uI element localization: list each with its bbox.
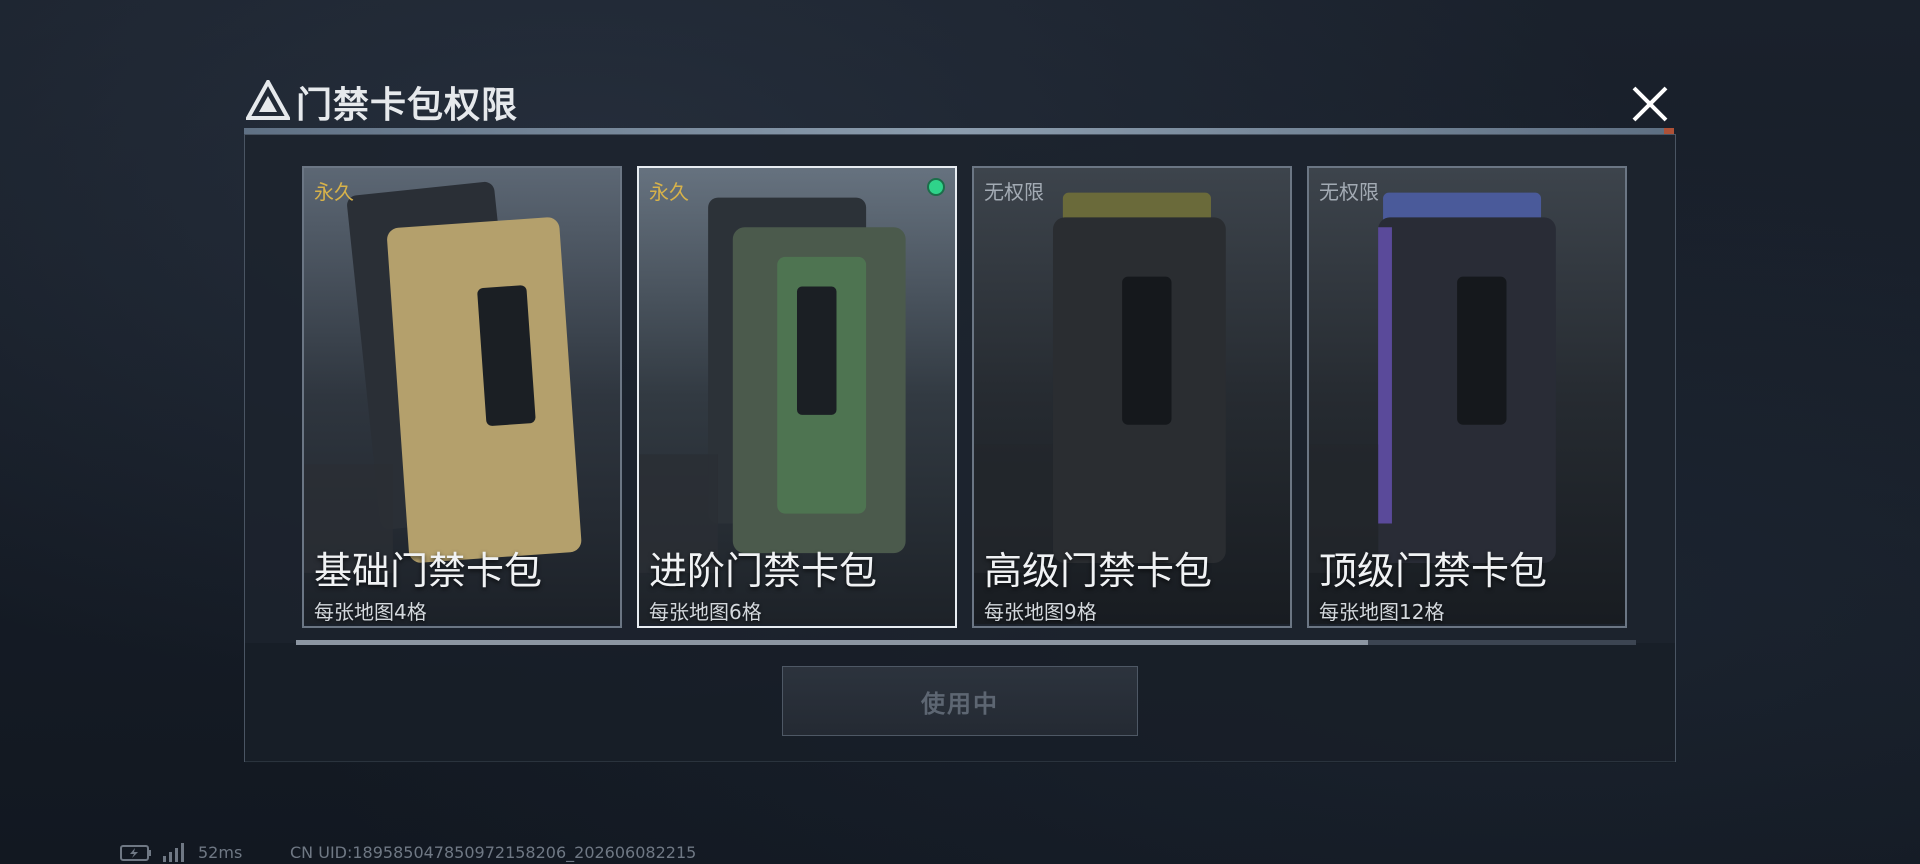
card-top[interactable]: 无权限 顶级门禁卡包 每张地图12格 bbox=[1307, 166, 1627, 628]
card-desc: 每张地图12格 bbox=[1319, 600, 1445, 624]
in-use-indicator bbox=[927, 178, 945, 196]
user-uid: CN UID:18958504785097215820​6_2026060822… bbox=[290, 843, 697, 862]
card-desc: 每张地图6格 bbox=[649, 600, 762, 624]
battery-icon bbox=[120, 845, 151, 861]
triangle-logo-icon bbox=[246, 80, 290, 120]
dialog-header: 门禁卡包权限 bbox=[244, 72, 1674, 128]
card-name: 顶级门禁卡包 bbox=[1319, 549, 1548, 593]
card-basic[interactable]: 永久 基础门禁卡包 每张地图4格 bbox=[302, 166, 622, 628]
card-desc: 每张地图9格 bbox=[984, 600, 1097, 624]
status-footer: 52ms CN UID:18958504785097215820​6_20260… bbox=[120, 842, 1020, 862]
card-status: 永久 bbox=[314, 180, 354, 204]
card-scrollbar[interactable] bbox=[296, 640, 1636, 645]
signal-icon bbox=[163, 843, 184, 862]
dialog-title: 门禁卡包权限 bbox=[296, 85, 519, 126]
card-advanced[interactable]: 永久 进阶门禁卡包 每张地图6格 bbox=[637, 166, 957, 628]
scrollbar-thumb[interactable] bbox=[296, 640, 1368, 645]
card-status: 无权限 bbox=[1319, 180, 1379, 204]
close-icon[interactable] bbox=[1628, 82, 1672, 126]
card-name: 基础门禁卡包 bbox=[314, 549, 543, 593]
card-name: 进阶门禁卡包 bbox=[649, 549, 878, 593]
card-status: 永久 bbox=[649, 180, 689, 204]
ping-value: 52ms bbox=[198, 843, 243, 862]
in-use-button[interactable]: 使用中 bbox=[782, 666, 1138, 736]
card-desc: 每张地图4格 bbox=[314, 600, 427, 624]
card-name: 高级门禁卡包 bbox=[984, 549, 1213, 593]
card-status: 无权限 bbox=[984, 180, 1044, 204]
card-senior[interactable]: 无权限 高级门禁卡包 每张地图9格 bbox=[972, 166, 1292, 628]
